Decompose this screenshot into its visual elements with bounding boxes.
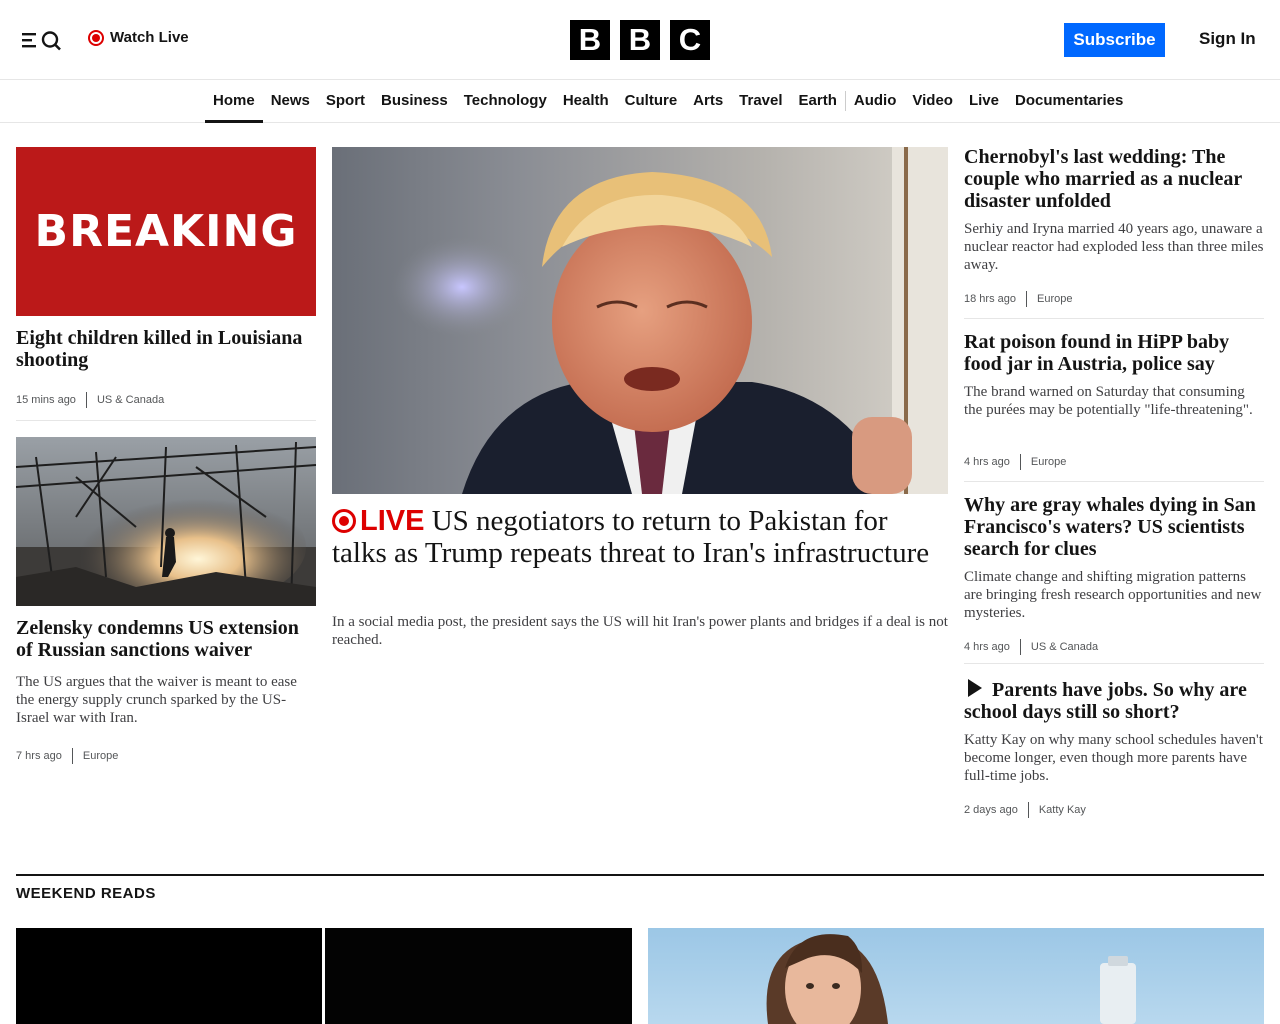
story-headline[interactable]: Rat poison found in HiPP baby food jar i… [964,331,1264,375]
story-time: 2 days ago [964,804,1018,816]
nav-item-audio[interactable]: Audio [846,81,905,122]
live-icon [332,509,356,533]
story-tag[interactable]: US & Canada [1031,641,1098,653]
meta-divider [1027,802,1029,818]
nav-item-arts[interactable]: Arts [685,81,731,122]
watch-live-label: Watch Live [110,29,189,46]
live-indicator-icon [88,29,104,46]
subscribe-button[interactable]: Subscribe [1064,23,1165,57]
story-summary: The US argues that the waiver is meant t… [16,674,297,726]
story-summary: The brand warned on Saturday that consum… [964,384,1253,418]
story-headline-text: Parents have jobs. So why are school day… [964,679,1247,723]
meta-divider [1019,639,1021,655]
story-summary: Climate change and shifting migration pa… [964,569,1262,621]
hero-summary: In a social media post, the president sa… [332,614,948,648]
story-meta: 2 days ago Katty Kay [964,802,1086,818]
story-summary: Katty Kay on why many school schedules h… [964,732,1263,784]
story-tag[interactable]: Katty Kay [1039,804,1086,816]
logo-letter: B [620,20,660,60]
story-headline[interactable]: Chernobyl's last wedding: The couple who… [964,146,1264,212]
nav-item-home[interactable]: Home [205,81,263,123]
hero-story-image[interactable] [332,147,948,494]
meta-divider [71,748,73,764]
hero-headline[interactable]: LIVE US negotiators to return to Pakista… [332,505,948,569]
nav-item-live[interactable]: Live [961,81,1007,122]
live-label: LIVE [360,505,425,537]
watch-live-link[interactable]: Watch Live [88,29,189,46]
story-headline[interactable]: Zelensky condemns US extension of Russia… [16,617,316,661]
menu-search-icon [22,31,61,51]
weekend-read-image[interactable] [325,928,632,1024]
section-title[interactable]: WEEKEND READS [16,885,156,902]
logo-letter: B [570,20,610,60]
nav-item-culture[interactable]: Culture [617,81,686,122]
story-headline[interactable]: Eight children killed in Louisiana shoot… [16,327,316,371]
story-tag[interactable]: Europe [1031,456,1066,468]
story-tag[interactable]: Europe [83,750,118,762]
story-summary: Serhiy and Iryna married 40 years ago, u… [964,221,1264,273]
site-header: Watch Live B B C Subscribe Sign In [0,0,1280,80]
weekend-read-image[interactable] [648,928,1264,1024]
meta-divider [85,392,87,408]
section-rule [16,874,1264,876]
story-divider [16,420,316,421]
nav-item-documentaries[interactable]: Documentaries [1007,81,1131,122]
nav-item-business[interactable]: Business [373,81,456,122]
story-divider [964,318,1264,319]
nav-item-sport[interactable]: Sport [318,81,373,122]
breaking-news-image[interactable]: BREAKING [16,147,316,316]
meta-divider [1025,291,1027,307]
weekend-read-image[interactable] [16,928,322,1024]
story-headline[interactable]: Why are gray whales dying in San Francis… [964,494,1264,560]
story-time: 4 hrs ago [964,641,1010,653]
breaking-label: BREAKING [34,206,298,257]
war-scene-illustration [16,437,316,606]
story-time: 15 mins ago [16,394,76,406]
play-video-icon [968,679,982,697]
story-meta: 18 hrs ago Europe [964,291,1072,307]
bbc-logo[interactable]: B B C [570,20,710,60]
story-meta: 4 hrs ago Europe [964,454,1066,470]
story-tag[interactable]: US & Canada [97,394,164,406]
story-meta: 4 hrs ago US & Canada [964,639,1098,655]
story-headline[interactable]: Parents have jobs. So why are school day… [964,679,1264,723]
portrait-illustration [766,934,1136,1024]
war-scene-image[interactable] [16,437,316,606]
main-nav: Home News Sport Business Technology Heal… [0,81,1280,123]
story-meta: 15 mins ago US & Canada [16,392,164,408]
story-meta: 7 hrs ago Europe [16,748,118,764]
story-time: 7 hrs ago [16,750,62,762]
logo-letter: C [670,20,710,60]
nav-item-technology[interactable]: Technology [456,81,555,122]
story-time: 4 hrs ago [964,456,1010,468]
story-divider [964,481,1264,482]
story-tag[interactable]: Europe [1037,293,1072,305]
nav-item-travel[interactable]: Travel [731,81,790,122]
sign-in-link[interactable]: Sign In [1199,29,1256,49]
nav-item-news[interactable]: News [263,81,318,122]
nav-item-earth[interactable]: Earth [791,81,845,122]
menu-search-button[interactable] [20,28,64,52]
story-divider [964,663,1264,664]
story-time: 18 hrs ago [964,293,1016,305]
nav-item-health[interactable]: Health [555,81,617,122]
nav-item-video[interactable]: Video [904,81,961,122]
hero-portrait-illustration [332,147,948,494]
meta-divider [1019,454,1021,470]
